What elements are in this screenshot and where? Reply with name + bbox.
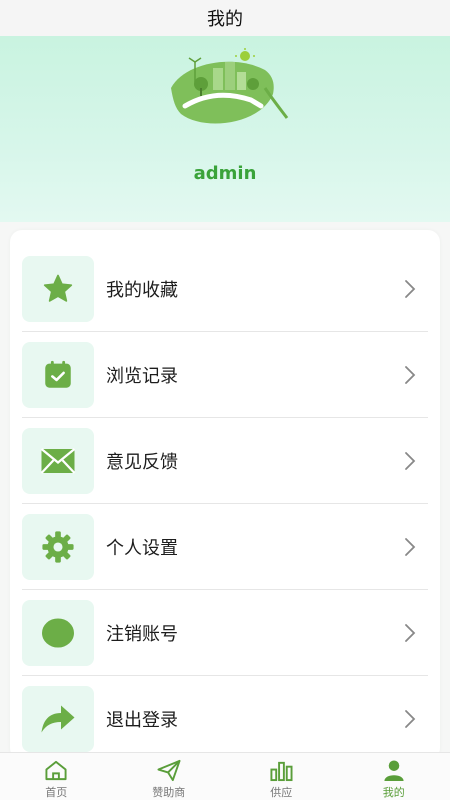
gear-icon (42, 530, 74, 563)
menu-icon-box (22, 255, 94, 322)
chevron-right-icon (405, 365, 416, 384)
menu-item-settings[interactable]: 个人设置 (22, 504, 428, 590)
tab-label: 首页 (45, 786, 68, 799)
profile-header: admin (0, 36, 450, 222)
tab-label: 赞助商 (152, 786, 186, 799)
tab-home[interactable]: 首页 (0, 753, 113, 800)
chevron-right-icon (405, 537, 416, 556)
calendar-check-icon (45, 360, 71, 388)
envelope-icon (40, 447, 76, 474)
menu-item-history[interactable]: 浏览记录 (22, 332, 428, 418)
star-icon (43, 274, 73, 302)
menu-item-deactivate[interactable]: 注销账号 (22, 590, 428, 676)
circle-icon (42, 617, 74, 648)
username: admin (193, 163, 257, 184)
user-icon (384, 760, 404, 782)
menu-icon-box (22, 427, 94, 494)
menu-label: 浏览记录 (106, 365, 178, 387)
menu-item-favorites[interactable]: 我的收藏 (22, 246, 428, 332)
page-title: 我的 (207, 9, 243, 30)
chevron-right-icon (405, 451, 416, 470)
menu-item-logout[interactable]: 退出登录 (22, 676, 428, 760)
menu-card: 我的收藏 浏览记录 意见反馈 个人设置 注销账号 退出登录 (10, 230, 440, 760)
menu-label: 意见反馈 (106, 451, 178, 473)
tab-label: 我的 (382, 786, 405, 799)
bar-chart-icon (270, 761, 293, 782)
bottom-tab-bar: 首页 赞助商 供应 我的 (0, 752, 450, 800)
menu-icon-box (22, 685, 94, 752)
tab-label: 供应 (270, 786, 293, 799)
share-arrow-icon (41, 705, 75, 732)
tab-mine[interactable]: 我的 (338, 753, 450, 800)
menu-label: 退出登录 (106, 709, 178, 731)
tab-supply[interactable]: 供应 (225, 753, 338, 800)
menu-item-feedback[interactable]: 意见反馈 (22, 418, 428, 504)
home-icon (45, 760, 67, 781)
chevron-right-icon (405, 623, 416, 642)
tab-sponsors[interactable]: 赞助商 (113, 753, 226, 800)
title-bar: 我的 (0, 0, 450, 36)
menu-icon-box (22, 341, 94, 408)
paper-plane-icon (157, 759, 181, 782)
chevron-right-icon (405, 709, 416, 728)
menu-label: 注销账号 (106, 623, 178, 645)
menu-label: 个人设置 (106, 537, 178, 559)
chevron-right-icon (405, 279, 416, 298)
menu-icon-box (22, 513, 94, 580)
menu-icon-box (22, 599, 94, 666)
menu-label: 我的收藏 (106, 279, 178, 301)
eco-leaf-logo (171, 48, 289, 124)
